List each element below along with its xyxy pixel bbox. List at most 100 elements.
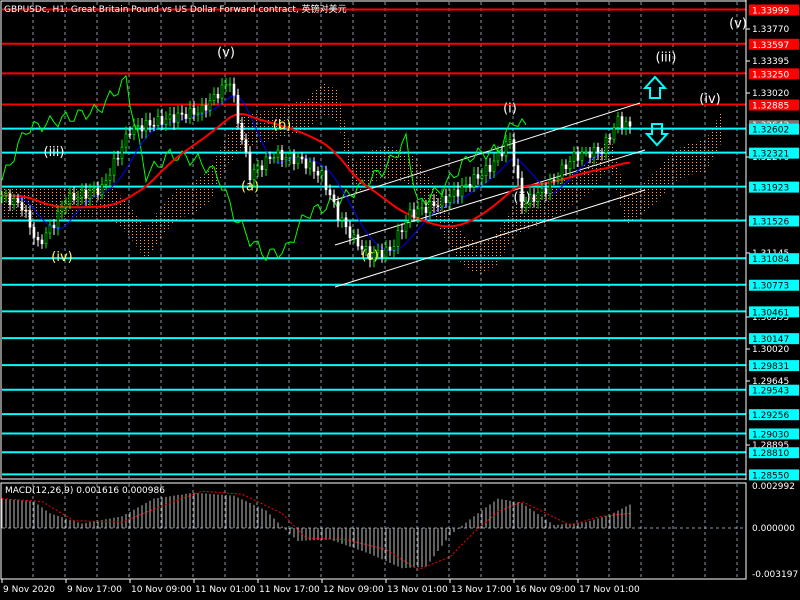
macd-tick-label: 0.002992 bbox=[752, 482, 795, 492]
candle-body bbox=[112, 157, 116, 176]
candle-body bbox=[168, 114, 172, 120]
candle-body bbox=[324, 170, 328, 191]
candle-body bbox=[464, 184, 468, 186]
candle-body bbox=[148, 120, 152, 126]
candle-body bbox=[48, 224, 52, 234]
candle-body bbox=[600, 152, 604, 154]
candle-body bbox=[560, 164, 564, 179]
candle-body bbox=[448, 196, 452, 203]
support-label: 1.30461 bbox=[752, 308, 789, 318]
candle-body bbox=[60, 206, 64, 212]
candle-body bbox=[248, 151, 252, 181]
candle-body bbox=[268, 156, 272, 159]
support-label: 1.32602 bbox=[752, 126, 789, 136]
time-tick-label: 13 Nov 17:00 bbox=[451, 585, 512, 595]
support-label: 1.29256 bbox=[752, 411, 789, 421]
price-chart[interactable]: 1.337701.333951.330201.322701.311451.303… bbox=[0, 0, 800, 600]
price-axis: 1.337701.333951.330201.322701.311451.303… bbox=[745, 0, 799, 580]
candle-body bbox=[220, 84, 224, 99]
candle-body bbox=[236, 94, 240, 124]
candle-body bbox=[72, 193, 76, 201]
candle-body bbox=[480, 175, 484, 179]
time-tick-label: 11 Nov 17:00 bbox=[259, 585, 320, 595]
candle-body bbox=[232, 83, 236, 96]
candle-body bbox=[472, 174, 476, 188]
candle-body bbox=[164, 118, 168, 125]
candle-body bbox=[352, 234, 356, 239]
candle-body bbox=[392, 246, 396, 251]
candle-body bbox=[288, 153, 292, 158]
arrow-down-icon bbox=[644, 123, 670, 147]
candle-body bbox=[272, 157, 276, 159]
candle-body bbox=[192, 107, 196, 115]
support-label: 1.32321 bbox=[752, 150, 789, 160]
candle-body bbox=[188, 107, 192, 119]
candle-body bbox=[244, 139, 248, 153]
candle-body bbox=[36, 236, 40, 241]
candle-body bbox=[312, 161, 316, 172]
candle-body bbox=[92, 188, 96, 191]
candle-body bbox=[580, 151, 584, 161]
wave-label: (iii) bbox=[656, 50, 677, 65]
chart-title: GBPUSDc, H1: Great Britain Pound vs US D… bbox=[4, 3, 347, 15]
candle-body bbox=[52, 224, 56, 229]
candle-body bbox=[592, 146, 596, 158]
candle-body bbox=[436, 205, 440, 207]
wave-label: (v) bbox=[729, 16, 747, 31]
candle-body bbox=[156, 116, 160, 126]
candle-body bbox=[12, 198, 16, 205]
candle-body bbox=[40, 239, 44, 244]
time-tick-label: 9 Nov 2020 bbox=[3, 585, 55, 595]
candle-body bbox=[176, 112, 180, 123]
macd-signal-line bbox=[1, 490, 631, 571]
candle-body bbox=[420, 207, 424, 210]
macd-tick-label: -0.003197 bbox=[752, 570, 798, 580]
candle-body bbox=[28, 210, 32, 228]
candle-body bbox=[432, 201, 436, 206]
candle-body bbox=[100, 184, 104, 196]
candle-body bbox=[252, 169, 256, 181]
candle-body bbox=[80, 189, 84, 198]
resistance-label: 1.33999 bbox=[752, 6, 789, 16]
candle-body bbox=[8, 193, 12, 205]
support-label: 1.30147 bbox=[752, 335, 789, 345]
candle-body bbox=[416, 208, 420, 218]
candle-body bbox=[336, 201, 340, 221]
candle-body bbox=[88, 190, 92, 199]
macd-title: MACD(12,26,9) 0.001616 0.000986 bbox=[5, 486, 165, 496]
wave-label: (iv) bbox=[699, 92, 720, 107]
candle-body bbox=[412, 209, 416, 218]
candle-body bbox=[608, 137, 612, 140]
candle-body bbox=[0, 195, 4, 197]
candle-body bbox=[628, 121, 632, 127]
candle-body bbox=[404, 221, 408, 232]
candle-body bbox=[408, 209, 412, 223]
candle-body bbox=[612, 127, 616, 140]
candle-body bbox=[320, 170, 324, 176]
candle-body bbox=[172, 114, 176, 123]
candle-body bbox=[228, 83, 232, 86]
candle-body bbox=[332, 194, 336, 203]
candle-body bbox=[516, 165, 520, 179]
candle-body bbox=[292, 153, 296, 165]
candle-body bbox=[460, 185, 464, 197]
candle-body bbox=[64, 203, 68, 208]
candle-body bbox=[476, 174, 480, 179]
wave-label: (ii) bbox=[513, 190, 530, 205]
candle-body bbox=[540, 188, 544, 193]
candle-body bbox=[584, 151, 588, 154]
support-label: 1.31084 bbox=[752, 255, 789, 265]
candle-body bbox=[356, 234, 360, 247]
candle-body bbox=[144, 120, 148, 132]
candle-body bbox=[196, 112, 200, 115]
resistance-label: 1.33250 bbox=[752, 70, 789, 80]
time-tick-label: 16 Nov 09:00 bbox=[515, 585, 576, 595]
candle-body bbox=[616, 116, 620, 128]
candle-body bbox=[572, 151, 576, 162]
candle-body bbox=[400, 230, 404, 232]
arrow-up-icon bbox=[642, 75, 668, 99]
time-tick-label: 9 Nov 17:00 bbox=[67, 585, 122, 595]
time-tick-label: 11 Nov 01:00 bbox=[195, 585, 256, 595]
wave-label: (i) bbox=[503, 102, 517, 117]
candle-body bbox=[160, 116, 164, 125]
